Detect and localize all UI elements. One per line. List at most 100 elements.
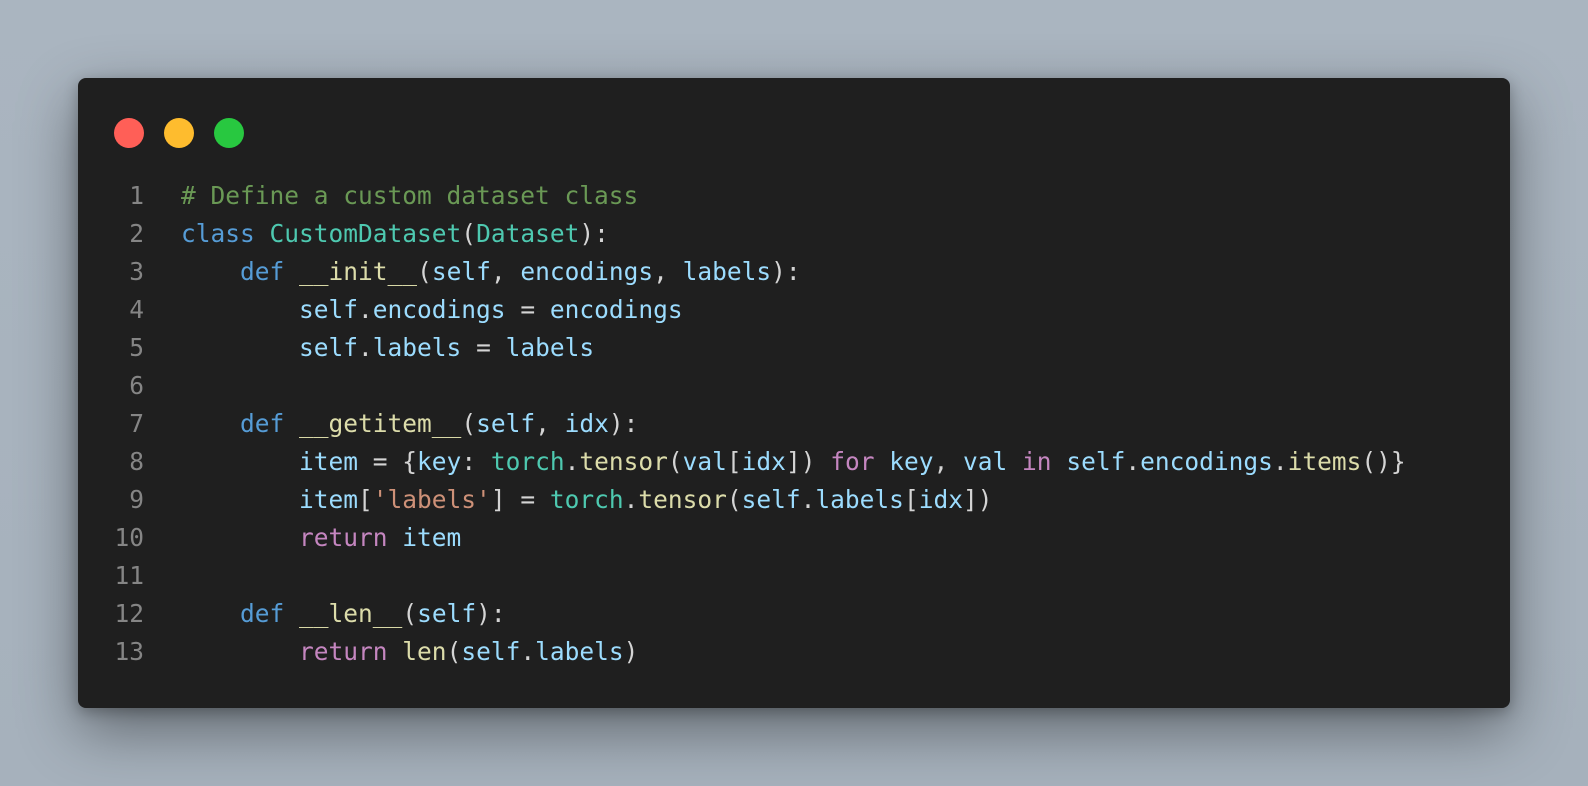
code-line: 4 self.encodings = encodings [78,291,1510,329]
code-token: self [417,599,477,628]
code-token: class [181,219,255,248]
code-token: idx [741,447,786,476]
code-token: . [1125,447,1141,476]
code-token: labels [372,333,462,362]
code-token: encodings [520,257,654,286]
code-token: , [535,409,565,438]
line-number: 6 [129,371,144,400]
line-code: def __getitem__(self, idx): [181,405,638,443]
line-number: 4 [129,295,144,324]
code-token: encodings [549,295,683,324]
code-token: len [402,637,447,666]
line-code: return len(self.labels) [181,633,638,671]
line-number: 7 [129,409,144,438]
code-token: encodings [1140,447,1273,476]
line-code: item = {key: torch.tensor(val[idx]) for … [181,443,1406,481]
code-token: Dataset [476,219,580,248]
code-token: labels [535,637,624,666]
code-token: item [402,523,462,552]
code-token: self [299,333,359,362]
code-line: 3 def __init__(self, encodings, labels): [78,253,1510,291]
line-code: # Define a custom dataset class [181,177,638,215]
line-code: def __len__(self): [181,595,506,633]
code-token: in [1022,447,1052,476]
code-token: . [1272,447,1288,476]
code-token: return [299,523,388,552]
code-token: ( [417,257,432,286]
code-token: labels [682,257,772,286]
code-token: . [564,447,580,476]
code-line: 10 return item [78,519,1510,557]
line-code: item['labels'] = torch.tensor(self.label… [181,481,992,519]
line-code: class CustomDataset(Dataset): [181,215,609,253]
code-token: torch [549,485,624,514]
code-token: ( [446,637,462,666]
close-dot[interactable] [114,118,144,148]
code-token: self [299,295,359,324]
code-token: labels [505,333,595,362]
code-token: ]) [785,447,831,476]
code-token: self [1066,447,1126,476]
line-number: 2 [129,219,144,248]
line-number: 1 [129,181,144,210]
code-token: __getitem__ [299,409,462,438]
code-token: ): [771,257,801,286]
line-number: 9 [129,485,144,514]
line-number: 10 [114,523,144,552]
code-token: , [653,257,683,286]
maximize-dot[interactable] [214,118,244,148]
code-token: encodings [372,295,506,324]
code-token: key [417,447,462,476]
code-token: ( [667,447,683,476]
code-token: ]) [962,485,993,514]
code-token: val [682,447,727,476]
code-token: . [800,485,816,514]
line-number: 11 [114,561,144,590]
code-token: for [830,447,875,476]
code-token: [ [358,485,373,514]
code-line: 8 item = {key: torch.tensor(val[idx]) fo… [78,443,1510,481]
code-token: __len__ [299,599,403,628]
code-line: 5 self.labels = labels [78,329,1510,367]
code-token: ] = [490,485,550,514]
code-token: , [490,257,521,286]
code-token: . [623,485,639,514]
code-token: ( [726,485,742,514]
code-token: ( [461,219,477,248]
code-token: idx [918,485,963,514]
code-token: = [505,295,550,324]
code-token: . [520,637,536,666]
code-token: items [1287,447,1362,476]
code-token: def [240,599,285,628]
code-token: __init__ [299,257,418,286]
line-number: 5 [129,333,144,362]
code-token: labels [815,485,904,514]
code-line: 9 item['labels'] = torch.tensor(self.lab… [78,481,1510,519]
code-token: torch [490,447,565,476]
code-token: val [963,447,1008,476]
minimize-dot[interactable] [164,118,194,148]
code-token: = { [358,447,418,476]
line-number: 13 [114,637,144,666]
code-token: ): [608,409,639,438]
code-token: tensor [579,447,668,476]
code-token: 'labels' [372,485,491,514]
code-token: . [358,295,373,324]
code-token: [ [726,447,742,476]
code-token: self [741,485,801,514]
code-token: idx [564,409,609,438]
